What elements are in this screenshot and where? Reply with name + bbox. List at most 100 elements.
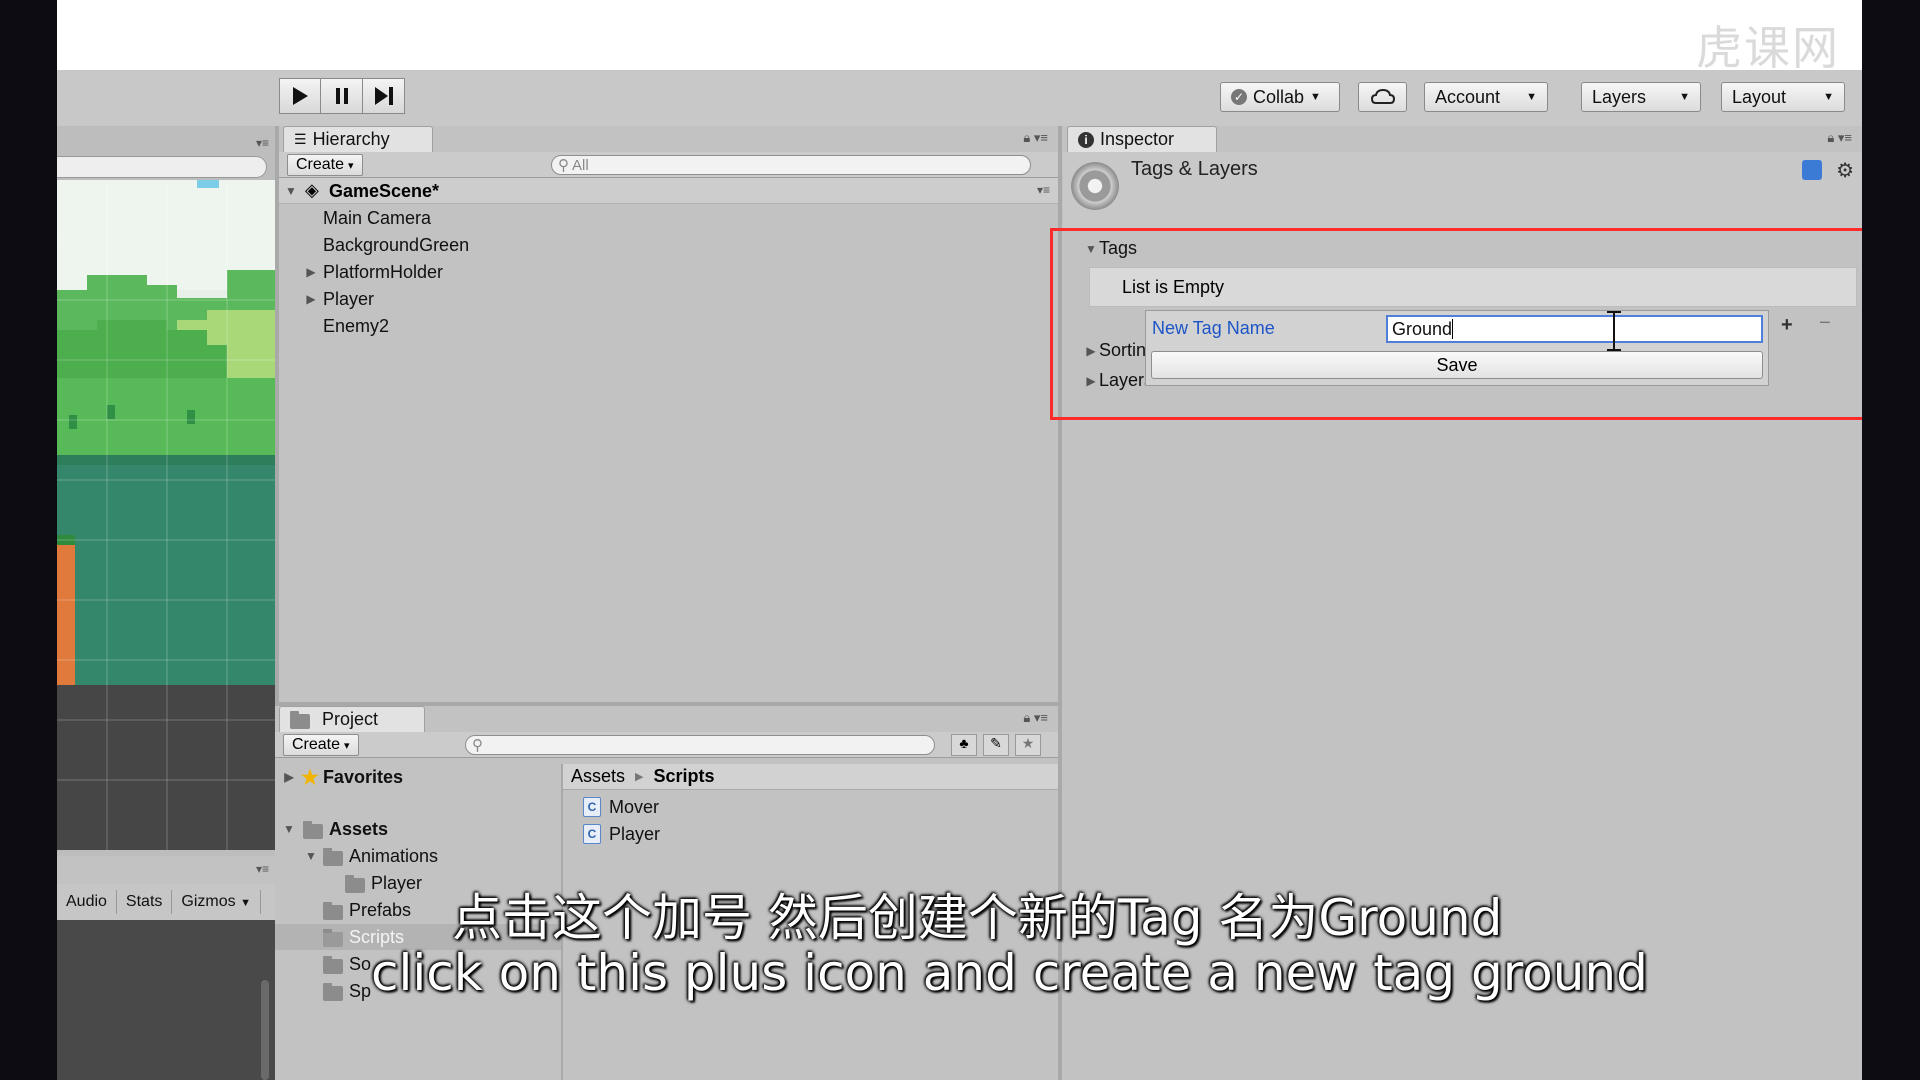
hierarchy-create-button[interactable]: Create ▾ [287,154,363,176]
expand-triangle-icon[interactable]: ▼ [303,849,319,863]
lock-icon[interactable]: 🔒︎ ▾≡ [1023,130,1048,146]
folder-icon [290,711,310,729]
hierarchy-item[interactable]: Main Camera [279,205,1058,231]
script-file[interactable]: C Mover [583,794,883,820]
text-cursor-bottom [1607,349,1621,351]
gizmos-button[interactable]: Gizmos ▼ [172,890,261,914]
subtitle-chinese: 点击这个加号 然后创建个新的Tag 名为Ground [452,889,1503,947]
folder-icon [345,874,365,893]
script-file-label: Player [609,823,661,844]
layers-label: Layers [1592,86,1647,107]
expand-triangle-icon[interactable]: ▶ [303,265,319,279]
hierarchy-item[interactable]: BackgroundGreen [279,232,1058,258]
chevron-down-icon: ▾ [344,739,350,752]
collab-button[interactable]: ✓ Collab ▼ [1220,82,1340,112]
hierarchy-item[interactable]: ▶ PlatformHolder [279,259,1058,285]
prefabs-label: Prefabs [349,899,412,920]
main-toolbar: ✓ Collab ▼ Account ▼ Layers ▼ Layout ▼ [57,70,1862,126]
settings-gear-icon[interactable]: ⚙ [1836,158,1854,183]
chevron-down-icon: ▼ [1310,91,1321,103]
subtitle-english: click on this plus icon and create a new… [371,944,1648,1002]
expand-triangle-icon[interactable]: ▶ [281,770,297,784]
tab-project[interactable]: Project [279,706,425,732]
pause-button[interactable] [321,78,363,114]
stats-button[interactable]: Stats [117,890,173,914]
star-icon[interactable]: ★ [1015,734,1041,756]
hierarchy-item[interactable]: ▶ Player [279,286,1058,312]
gear-icon [1071,162,1119,210]
hierarchy-search-input[interactable]: ⚲ All [551,155,1031,175]
panel-menu-icon[interactable]: ▾≡ [256,136,269,150]
lock-icon[interactable]: 🔒︎ ▾≡ [1827,130,1852,146]
expand-triangle-icon[interactable]: ▼ [283,184,299,198]
highlight-box [1050,228,1862,420]
account-label: Account [1435,86,1501,107]
step-button[interactable] [363,78,405,114]
script-file[interactable]: C Player [583,821,883,847]
panel-menu-icon[interactable]: ▾≡ [256,862,269,876]
scene-search-input[interactable] [57,156,267,178]
create-label: Create [296,156,345,173]
folder-icon [323,955,343,974]
inspector-tab-row: i Inspector 🔒︎ ▾≡ [1063,126,1862,152]
filter-by-label-icon[interactable]: ✎ [983,734,1009,756]
watermark: 虎课网 [1696,21,1840,75]
filter-by-type-icon[interactable]: ♣ [951,734,977,756]
folder-icon [323,928,343,947]
scene-view[interactable]: ▾≡ [57,126,275,856]
expand-triangle-icon[interactable]: ▼ [281,822,297,836]
sp-label: Sp [349,980,372,1001]
layout-label: Layout [1732,86,1787,107]
chevron-right-icon: ▶ [635,771,644,783]
chevron-down-icon: ▼ [1823,91,1834,103]
lock-icon[interactable]: 🔒︎ ▾≡ [1023,710,1048,726]
breadcrumb-scripts[interactable]: Scripts [654,766,715,787]
game-view-toolbar: Audio Stats Gizmos ▼ [57,884,275,920]
cloud-icon [1370,89,1395,104]
breadcrumb-assets[interactable]: Assets [571,766,625,787]
expand-triangle-icon[interactable]: ▶ [303,292,319,306]
hierarchy-tab-label: Hierarchy [312,129,390,149]
animations-label: Animations [349,845,439,866]
search-icon: ⚲ [472,737,483,754]
breadcrumb: Assets ▶ Scripts [563,764,1058,790]
game-preview[interactable] [57,180,275,850]
game-tab-strip: ▾≡ [57,856,275,884]
unity-scene-icon: ◈ [305,180,319,200]
assets-label: Assets [329,818,389,839]
pause-icon [335,88,348,104]
csharp-script-icon: C [583,824,601,844]
help-book-icon[interactable] [1802,160,1822,180]
star-icon: ★ [301,766,319,789]
project-subbar: Create ▾ ⚲ ♣ ✎ ★ [275,732,1058,758]
tab-hierarchy[interactable]: ☰ Hierarchy [283,126,433,152]
game-scene-graphic [57,180,275,850]
chevron-down-icon: ▾ [348,159,354,172]
project-create-button[interactable]: Create ▾ [283,734,359,756]
playback-controls [279,78,405,114]
create-label: Create [292,736,341,753]
folder-icon [323,901,343,920]
hierarchy-subbar: Create ▾ ⚲ All [279,152,1058,178]
layers-dropdown[interactable]: Layers ▼ [1581,82,1701,112]
check-icon: ✓ [1231,89,1247,105]
project-tab-label: Project [322,709,379,729]
scene-name: GameScene* [329,181,440,201]
tab-inspector[interactable]: i Inspector [1067,126,1217,152]
chevron-down-icon: ▼ [1526,91,1537,103]
scene-row[interactable]: ▼ ◈ GameScene* ▾≡ [279,178,1058,204]
hierarchy-panel: ☰ Hierarchy 🔒︎ ▾≡ Create ▾ ⚲ All ▼ ◈ GameS… [279,126,1058,696]
step-icon [374,87,393,105]
play-button[interactable] [279,78,321,114]
layout-dropdown[interactable]: Layout ▼ [1721,82,1845,112]
play-icon [293,87,308,105]
cloud-button[interactable] [1358,82,1407,112]
audio-button[interactable]: Audio [57,890,117,914]
scene-menu-icon[interactable]: ▾≡ [1037,183,1050,197]
project-search-input[interactable]: ⚲ [465,735,935,755]
scrollbar[interactable] [261,980,269,1080]
folder-icon [303,820,323,839]
account-dropdown[interactable]: Account ▼ [1424,82,1548,112]
hierarchy-item[interactable]: Enemy2 [279,313,1058,339]
folder-icon [323,847,343,866]
